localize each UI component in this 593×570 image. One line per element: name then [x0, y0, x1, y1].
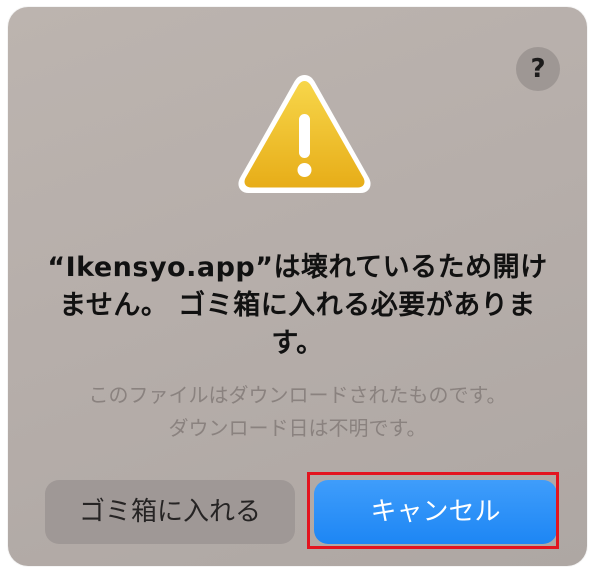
dialog-message: このファイルはダウンロードされたものです。 ダウンロード日は不明です。 [88, 383, 507, 440]
dialog-title: “Ikensyo.app”は壊れているため開けません。 ゴミ箱に入れる必要があり… [47, 252, 548, 359]
warning-triangle-icon [238, 75, 371, 193]
move-to-trash-button[interactable]: ゴミ箱に入れる [45, 480, 295, 544]
help-button[interactable]: ? [516, 47, 560, 91]
alert-dialog: ? “Ikensyo.app”は壊れているため開けません。 ゴミ箱に入れる必要が… [8, 7, 587, 566]
cancel-button[interactable]: キャンセル [314, 480, 557, 544]
